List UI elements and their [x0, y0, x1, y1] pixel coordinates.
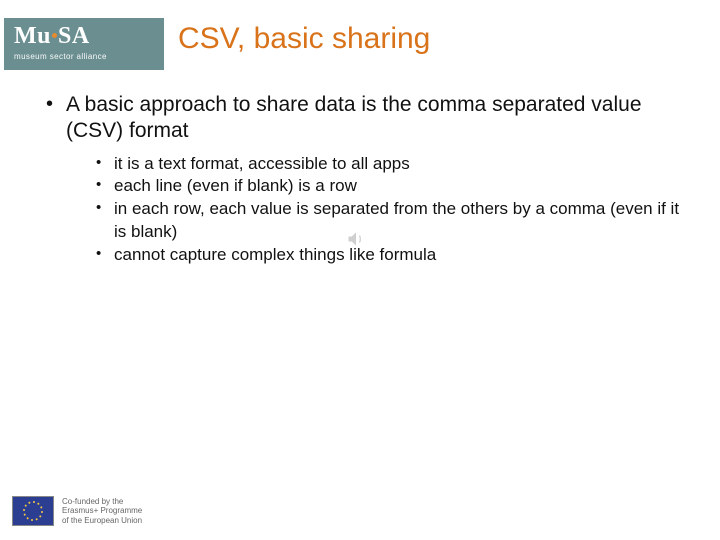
musa-logo: Mu SA museum sector alliance: [4, 18, 164, 70]
footer-text: Co-funded by the Erasmus+ Programme of t…: [62, 497, 142, 526]
logo-part-b: SA: [58, 23, 90, 49]
footer: Co-funded by the Erasmus+ Programme of t…: [12, 496, 142, 526]
footer-line: Erasmus+ Programme: [62, 506, 142, 516]
sub-bullet: each line (even if blank) is a row: [94, 175, 680, 198]
footer-line: Co-funded by the: [62, 497, 142, 507]
footer-line: of the European Union: [62, 516, 142, 526]
logo-dot-icon: [52, 33, 57, 38]
speaker-icon: [346, 228, 366, 250]
sub-bullet-text: cannot capture complex things like formu…: [114, 245, 436, 264]
sub-bullet-text: it is a text format, accessible to all a…: [114, 154, 410, 173]
logo-subtitle: museum sector alliance: [14, 52, 154, 61]
logo-part-a: Mu: [14, 23, 51, 49]
sub-bullet: cannot capture complex things like formu…: [94, 244, 680, 267]
main-bullet-text: A basic approach to share data is the co…: [66, 93, 642, 142]
sub-bullet-text: each line (even if blank) is a row: [114, 176, 357, 195]
sub-bullet: it is a text format, accessible to all a…: [94, 153, 680, 176]
sub-bullet-text: in each row, each value is separated fro…: [114, 199, 679, 241]
sub-bullet: in each row, each value is separated fro…: [94, 198, 680, 244]
slide-title: CSV, basic sharing: [178, 22, 430, 56]
eu-flag-icon: [12, 496, 54, 526]
logo-title: Mu SA: [14, 24, 154, 48]
